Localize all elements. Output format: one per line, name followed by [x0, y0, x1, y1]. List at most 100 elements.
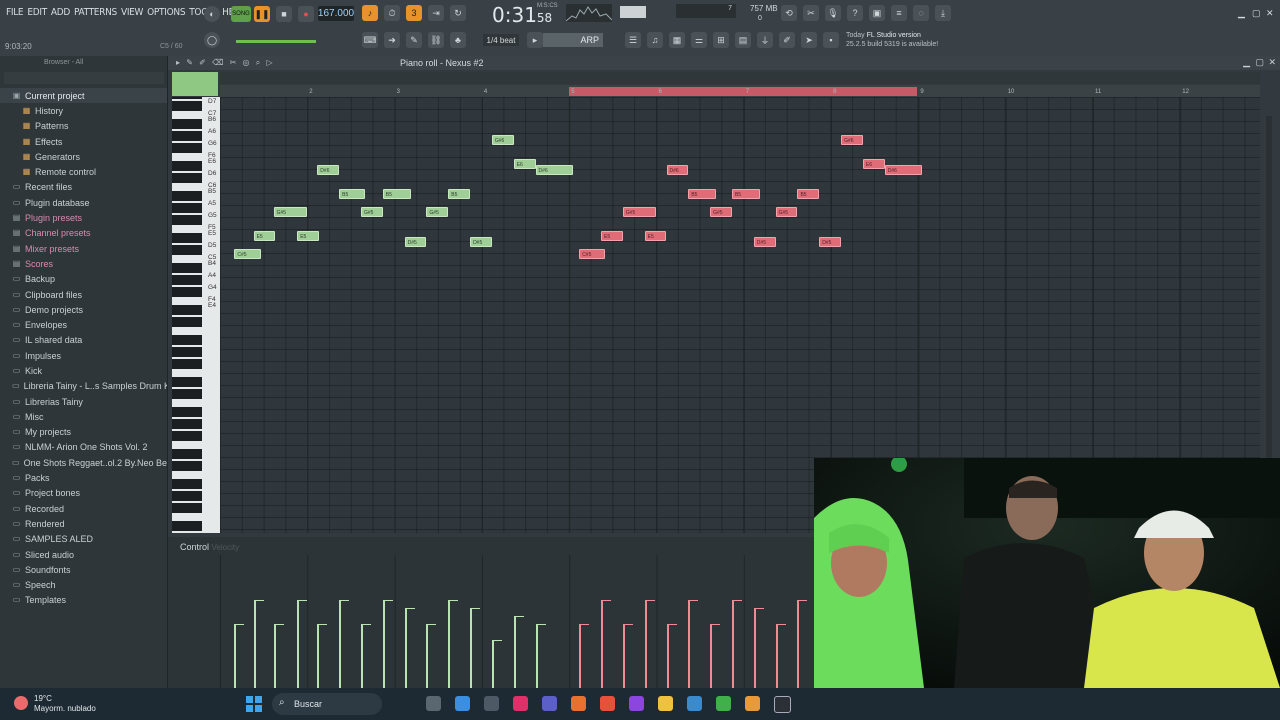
browser-item[interactable]: ▤ Scores [0, 256, 167, 271]
velocity-bar[interactable] [253, 600, 264, 688]
download-icon[interactable]: ⤓ [935, 5, 951, 21]
wait-input-icon[interactable]: ⏱ [384, 5, 400, 21]
overview-strip[interactable] [220, 72, 1260, 84]
midi-note[interactable]: G#5 [426, 207, 449, 217]
browser-item[interactable]: ▭ One Shots Reggaet..ol.2 By.Neo Beats [0, 455, 167, 470]
velocity-bar[interactable] [382, 600, 393, 688]
browser-item[interactable]: ▭ Misc [0, 409, 167, 424]
black-key[interactable] [172, 431, 202, 441]
midi-note[interactable]: C#5 [234, 249, 261, 259]
send-icon[interactable]: ➤ [801, 32, 817, 48]
velocity-bar[interactable] [775, 624, 786, 688]
black-key[interactable] [172, 503, 202, 513]
play-arrow-icon[interactable]: ➜ [384, 32, 400, 48]
browser-item[interactable]: ▭ Libreria Tainy - L..s Samples Drum Kit [0, 379, 167, 394]
midi-note[interactable]: E5 [644, 231, 667, 241]
browser-item[interactable]: ▭ Plugin database [0, 195, 167, 210]
playlist-icon[interactable]: ☰ [625, 32, 641, 48]
black-key[interactable] [172, 143, 202, 153]
velocity-bar[interactable] [688, 600, 699, 688]
velocity-bar[interactable] [491, 640, 502, 688]
song-mode-button[interactable]: SONG [231, 6, 251, 22]
keyboard-icon[interactable]: ⌨ [362, 32, 378, 48]
black-key[interactable] [172, 305, 202, 315]
firefox-icon[interactable] [571, 696, 586, 711]
browser-item[interactable]: ▭ Recorded [0, 501, 167, 516]
velocity-bar[interactable] [448, 600, 459, 688]
midi-note[interactable]: G#6 [491, 135, 514, 145]
midi-note[interactable]: G#5 [710, 207, 732, 217]
velocity-bar[interactable] [535, 624, 546, 688]
help-icon[interactable]: ? [847, 5, 863, 21]
control-label[interactable]: Control Velocity [180, 542, 239, 552]
black-key[interactable] [172, 335, 202, 345]
black-key[interactable] [172, 101, 202, 111]
velocity-bar[interactable] [644, 600, 655, 688]
browser-item[interactable]: ▤ Mixer presets [0, 241, 167, 256]
app-icon-2[interactable] [774, 696, 791, 713]
undo-history-icon[interactable]: ⟲ [781, 5, 797, 21]
black-key[interactable] [172, 521, 202, 531]
piano-roll-title[interactable]: Piano roll - Nexus #2 [400, 58, 484, 68]
master-pitch-knob-icon[interactable]: ◯ [204, 32, 220, 48]
menu-add[interactable]: ADD [51, 7, 70, 18]
midi-note[interactable]: E5 [253, 231, 276, 241]
menu-edit[interactable]: EDIT [27, 7, 47, 18]
menu-patterns[interactable]: PATTERNS [74, 7, 117, 18]
record-icon[interactable]: ● [298, 6, 314, 22]
browser-item[interactable]: ▭ Project bones [0, 486, 167, 501]
cpu-knob-icon[interactable]: ◐ [204, 6, 220, 22]
arrow-right-icon[interactable]: ▸ [527, 32, 543, 48]
loop-record-icon[interactable]: ↻ [450, 5, 466, 21]
brave-icon[interactable] [600, 696, 615, 711]
black-key[interactable] [172, 419, 202, 429]
browser-header[interactable]: Browser - All [44, 59, 83, 66]
velocity-bar[interactable] [666, 624, 677, 688]
midi-note[interactable]: D#6 [535, 165, 574, 175]
black-key[interactable] [172, 407, 202, 417]
browser-item[interactable]: ▭ Sliced audio [0, 547, 167, 562]
black-key[interactable] [172, 263, 202, 273]
link-icon[interactable]: ⛓ [428, 32, 444, 48]
velocity-bar[interactable] [797, 600, 808, 688]
pause-icon[interactable]: ❚❚ [254, 6, 270, 22]
browser-item[interactable]: ▭ Demo projects [0, 302, 167, 317]
midi-note[interactable]: B5 [382, 189, 411, 199]
browser-item[interactable]: ▣ Current project [0, 88, 167, 104]
browser-item[interactable]: ▭ Rendered [0, 516, 167, 531]
snap-selector[interactable]: 1/4 beat [483, 34, 519, 46]
black-key[interactable] [172, 245, 202, 255]
browser-item[interactable]: ▦ Patterns [0, 119, 167, 134]
chat-icon[interactable]: ◌ [913, 5, 929, 21]
velocity-bar[interactable] [273, 624, 284, 688]
piano-roll-tools[interactable]: ▸ ✎ ✐ ⌫ ✂ ◎ ⌕ ▷ [176, 58, 275, 68]
tiktok-icon[interactable] [513, 696, 528, 711]
black-key[interactable] [172, 131, 202, 141]
midi-note[interactable]: G#5 [775, 207, 798, 217]
metronome-icon[interactable]: ♪ [362, 5, 378, 21]
restore-icon[interactable]: ▢ [1252, 8, 1261, 19]
velocity-bar[interactable] [470, 608, 481, 688]
black-key[interactable] [172, 359, 202, 369]
velocity-bar[interactable] [601, 600, 612, 688]
browser-item[interactable]: ▭ Templates [0, 593, 167, 608]
explorer-icon[interactable] [658, 696, 673, 711]
black-key[interactable] [172, 233, 202, 243]
black-key[interactable] [172, 287, 202, 297]
weather-icon[interactable] [14, 696, 28, 710]
midi-note[interactable]: G#5 [273, 207, 307, 217]
browser-item[interactable]: ▭ NLMM- Arion One Shots Vol. 2 [0, 440, 167, 455]
piano-keyboard[interactable]: D7 C7 B6 A6 G6 F6 E6 D6 C6 B5 A5 G5 F5 E5 D5 C5 B4 A4 G4 F4… [172, 97, 220, 533]
midi-note[interactable]: G#5 [622, 207, 657, 217]
browser-item[interactable]: ▤ Plugin presets [0, 210, 167, 225]
black-key[interactable] [172, 449, 202, 459]
velocity-bar[interactable] [339, 600, 350, 688]
black-key[interactable] [172, 119, 202, 129]
mixer-icon[interactable]: ≡ [891, 5, 907, 21]
browser-item[interactable]: ▦ Effects [0, 134, 167, 149]
browser-item[interactable]: ▭ Kick [0, 363, 167, 378]
start-icon[interactable] [246, 696, 262, 712]
browser-item[interactable]: ▤ Channel presets [0, 226, 167, 241]
midi-note[interactable]: D#5 [819, 237, 842, 247]
velocity-bar[interactable] [426, 624, 437, 688]
